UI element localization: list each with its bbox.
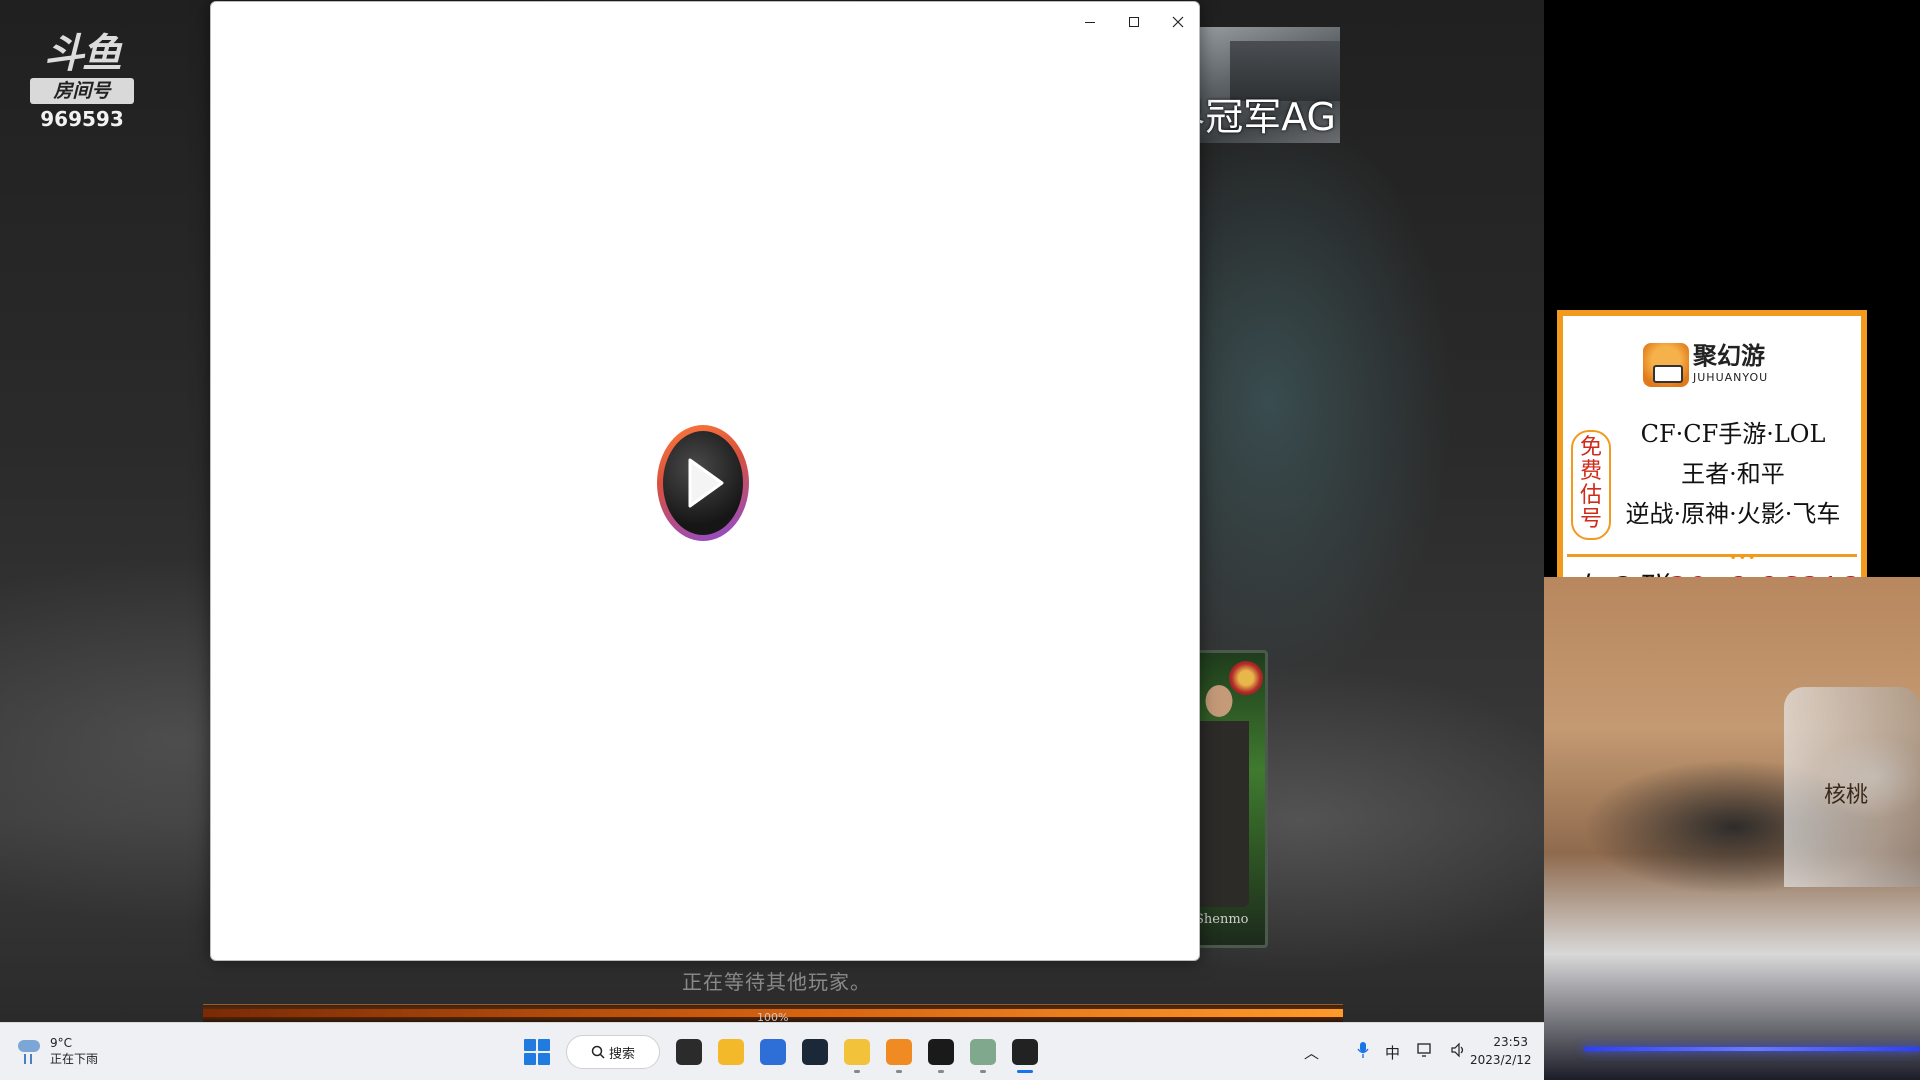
ad-brand-en: JUHUANYOU <box>1693 371 1769 384</box>
running-indicator <box>938 1070 944 1073</box>
taskbar-app-button[interactable] <box>710 1031 752 1073</box>
search-label: 搜索 <box>608 1046 635 1062</box>
clock-time: 23:53 <box>1493 1035 1528 1049</box>
windows-start-icon <box>524 1039 550 1065</box>
rgb-light-strip <box>1584 1047 1920 1051</box>
search-icon <box>591 1045 605 1059</box>
ad-brand-cn: 聚幻游 <box>1693 342 1765 370</box>
steam-icon <box>802 1039 828 1065</box>
start-button[interactable] <box>516 1031 558 1073</box>
close-icon <box>1172 16 1184 28</box>
ad-divider <box>1567 554 1857 557</box>
douyu-brand-text: 斗鱼 <box>44 31 122 77</box>
app-cat-icon <box>844 1039 870 1065</box>
ime-indicator[interactable]: 中 <box>1385 1042 1400 1063</box>
running-indicator <box>896 1070 902 1073</box>
app-g-icon <box>928 1039 954 1065</box>
minimize-button[interactable] <box>1068 8 1112 36</box>
microsoft-store-icon <box>760 1039 786 1065</box>
maximize-button[interactable] <box>1112 8 1156 36</box>
running-indicator <box>1017 1070 1033 1073</box>
weather-description: 正在下雨 <box>50 1052 99 1066</box>
webcam-feed: 核桃 <box>1544 577 1920 1080</box>
douyu-watermark: 斗鱼 房间号 969593 <box>30 32 134 136</box>
app-orange-icon <box>886 1039 912 1065</box>
banner-text: 世界冠军AG <box>1190 95 1336 139</box>
taskbar-app-button[interactable] <box>836 1031 878 1073</box>
clock-date: 2023/2/12 <box>1470 1053 1532 1067</box>
rank-badge-icon <box>1229 661 1263 695</box>
system-clock[interactable]: 23:53 2023/2/12 <box>1470 1033 1532 1069</box>
volume-icon[interactable] <box>1450 1042 1466 1062</box>
taskbar-app-button[interactable] <box>1004 1031 1046 1073</box>
game-banner-image: 世界冠军AG <box>1190 27 1340 143</box>
minimize-icon <box>1085 21 1095 23</box>
running-indicator <box>980 1070 986 1073</box>
rain-weather-icon <box>16 1036 42 1066</box>
tiger-mascot-icon <box>1643 343 1689 387</box>
waiting-status-text: 正在等待其他玩家。 <box>682 970 871 994</box>
running-indicator <box>854 1070 860 1073</box>
jar-label: 核桃 <box>1824 783 1869 808</box>
webcam-jar: 核桃 <box>1784 687 1920 887</box>
ad-games-line-1: CF·CF手游·LOL <box>1640 420 1826 448</box>
taskbar-app-button[interactable] <box>668 1031 710 1073</box>
task-view-icon <box>676 1039 702 1065</box>
show-hidden-icons-chevron-icon[interactable]: ︿ <box>1304 1042 1319 1063</box>
taskbar-app-button[interactable] <box>752 1031 794 1073</box>
character-card: Shenmo <box>1190 650 1268 948</box>
taskbar-search-button[interactable]: 搜索 <box>566 1035 660 1069</box>
taskbar-app-button[interactable] <box>794 1031 836 1073</box>
taskbar-app-button[interactable] <box>920 1031 962 1073</box>
weather-temperature: 9°C <box>50 1036 73 1050</box>
room-label: 房间号 <box>30 78 134 104</box>
network-icon[interactable] <box>1416 1042 1434 1062</box>
taskbar-apps: 搜索 <box>516 1031 1046 1073</box>
play-button[interactable] <box>657 425 749 541</box>
close-button[interactable] <box>1156 8 1200 36</box>
ad-logo: 聚幻游 JUHUANYOU <box>1643 340 1768 390</box>
microphone-icon[interactable] <box>1357 1041 1369 1063</box>
ad-games-line-3: 逆战·原神·火影·飞车 <box>1625 500 1841 528</box>
loading-progress-bar: 100% <box>203 1004 1343 1024</box>
character-figure <box>1197 677 1249 907</box>
weather-widget[interactable]: 9°C 正在下雨 <box>16 1035 98 1067</box>
taskbar-app-button[interactable] <box>878 1031 920 1073</box>
media-player-icon <box>1012 1039 1038 1065</box>
room-id: 969593 <box>40 107 124 131</box>
taskbar: 9°C 正在下雨 搜索 ︿ 中 23:53 2023/2/12 <box>0 1022 1544 1080</box>
media-player-window[interactable] <box>210 1 1200 961</box>
file-explorer-icon <box>718 1039 744 1065</box>
play-icon <box>688 458 724 508</box>
character-name: Shenmo <box>1195 912 1249 927</box>
free-valuation-badge: 免费估号 <box>1571 430 1611 540</box>
system-tray: ︿ 中 <box>1296 1023 1474 1080</box>
ad-games-line-2: 王者·和平 <box>1681 460 1785 488</box>
taskbar-app-button[interactable] <box>962 1031 1004 1073</box>
maximize-icon <box>1129 17 1139 27</box>
app-window-icon <box>970 1039 996 1065</box>
